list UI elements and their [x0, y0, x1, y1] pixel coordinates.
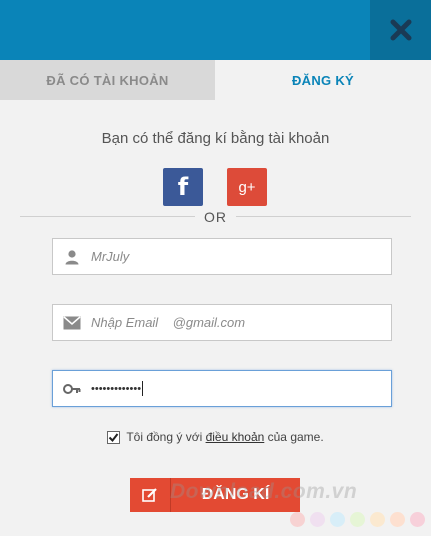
watermark-dot: [350, 512, 365, 527]
tab-register[interactable]: ĐĂNG KÝ: [215, 60, 431, 100]
email-placeholder: Nhập Email @gmail.com: [91, 315, 246, 330]
watermark-dots: [290, 512, 425, 527]
tab-login[interactable]: ĐÃ CÓ TÀI KHOẢN: [0, 60, 215, 100]
header-bar: [0, 0, 431, 60]
key-icon: [53, 382, 91, 396]
password-value: •••••••••••••: [91, 382, 142, 395]
facebook-button[interactable]: f: [163, 168, 203, 206]
register-button-label: ĐĂNG KÍ: [201, 486, 270, 503]
watermark-dot: [290, 512, 305, 527]
divider-left: [20, 216, 195, 217]
envelope-icon: [53, 315, 91, 330]
watermark-dot: [390, 512, 405, 527]
edit-icon: [130, 478, 171, 512]
watermark-dot: [370, 512, 385, 527]
facebook-icon: f: [177, 173, 189, 201]
divider-right: [236, 216, 411, 217]
close-button[interactable]: [370, 0, 431, 60]
register-button[interactable]: ĐĂNG KÍ: [130, 478, 300, 512]
close-icon: [390, 19, 411, 41]
terms-suffix: của game.: [264, 430, 324, 444]
social-prompt: Bạn có thể đăng kí bằng tài khoản: [101, 130, 330, 147]
checkmark-icon: [109, 432, 119, 442]
watermark-dot: [310, 512, 325, 527]
terms-link[interactable]: điều khoản: [206, 430, 265, 444]
email-field[interactable]: Nhập Email @gmail.com: [52, 304, 392, 341]
username-placeholder: MrJuly: [91, 249, 130, 264]
terms-checkbox[interactable]: [107, 430, 121, 444]
google-plus-button[interactable]: g+: [227, 168, 267, 206]
terms-prefix: Tôi đồng ý với: [126, 430, 206, 444]
or-label: OR: [204, 209, 227, 225]
tab-bar: ĐÃ CÓ TÀI KHOẢN ĐĂNG KÝ: [0, 60, 431, 100]
watermark-dot: [410, 512, 425, 527]
username-field[interactable]: MrJuly: [52, 238, 392, 275]
google-plus-icon: g+: [238, 178, 256, 196]
text-caret: [142, 381, 144, 396]
watermark-dot: [330, 512, 345, 527]
terms-row: Tôi đồng ý với điều khoản của game.: [0, 430, 431, 444]
user-icon: [53, 249, 91, 265]
password-field[interactable]: •••••••••••••: [52, 370, 392, 407]
